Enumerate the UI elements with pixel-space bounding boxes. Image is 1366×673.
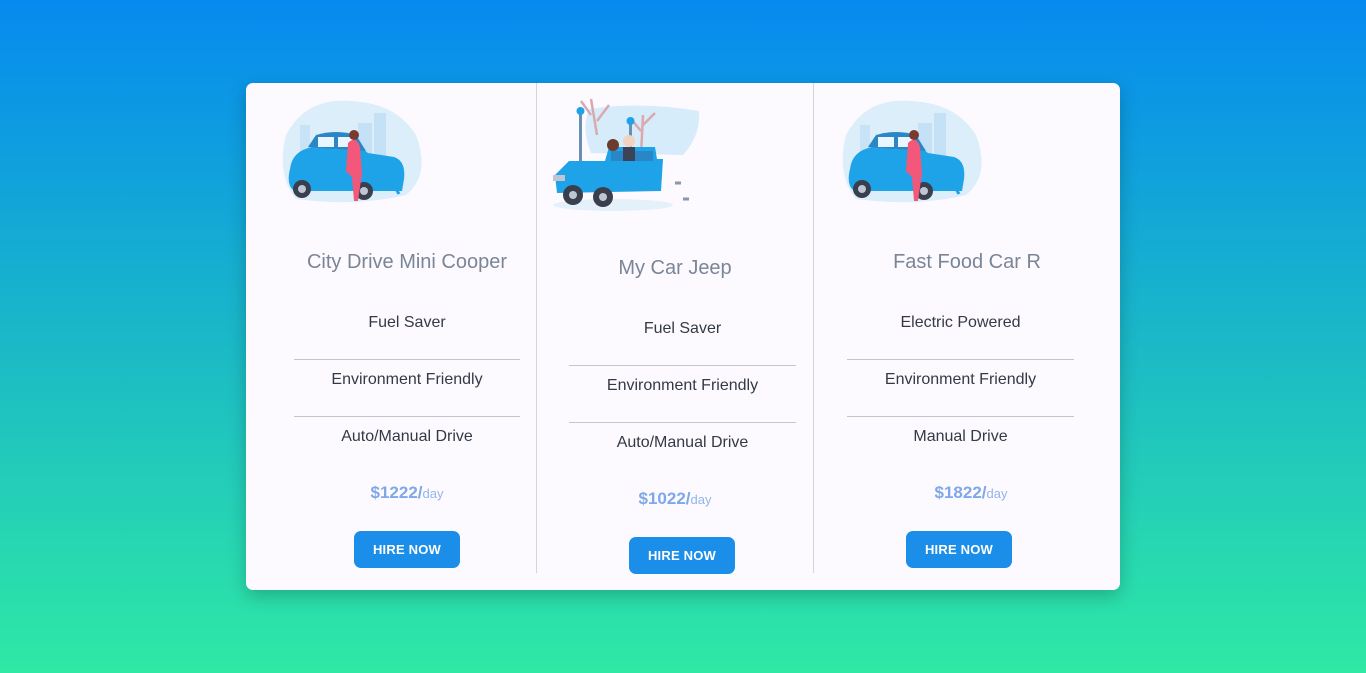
price-amount: $1222/ (370, 483, 423, 502)
feature-item: Environment Friendly (847, 360, 1074, 417)
mini-cooper-illustration (842, 100, 982, 203)
hire-now-button[interactable]: HIRE NOW (629, 537, 735, 574)
feature-item: Auto/Manual Drive (616, 434, 749, 451)
price-unit: day (690, 492, 712, 507)
pricing-panel: City Drive Mini Cooper Fuel Saver Enviro… (246, 83, 1120, 590)
car-card-jeep: My Car Jeep Fuel Saver Environment Frien… (536, 83, 814, 574)
feature-list: Fuel Saver Environment Friendly Auto/Man… (294, 303, 520, 473)
feature-item: Fuel Saver (569, 309, 796, 366)
feature-item: Manual Drive (913, 428, 1008, 445)
feature-item: Environment Friendly (294, 360, 520, 417)
car-card-fast-food: Fast Food Car R Electric Powered Environ… (814, 83, 1120, 573)
price-amount: $1022/ (638, 489, 691, 508)
feature-item: Electric Powered (847, 303, 1074, 360)
hire-now-button[interactable]: HIRE NOW (354, 531, 460, 568)
price-unit: day (986, 486, 1008, 501)
car-title: My Car Jeep (618, 257, 732, 279)
hire-now-button[interactable]: HIRE NOW (906, 531, 1012, 568)
feature-item: Environment Friendly (569, 366, 796, 423)
car-card-mini-cooper: City Drive Mini Cooper Fuel Saver Enviro… (246, 83, 536, 573)
feature-list: Electric Powered Environment Friendly Ma… (847, 303, 1074, 473)
price: $1222/day (246, 483, 536, 503)
car-title: City Drive Mini Cooper (306, 251, 508, 273)
jeep-illustration (553, 98, 700, 211)
price-amount: $1822/ (934, 483, 987, 502)
car-title: Fast Food Car R (893, 251, 1041, 273)
price: $1822/day (814, 483, 1120, 503)
price: $1022/day (537, 489, 813, 509)
price-unit: day (422, 486, 444, 501)
mini-cooper-illustration (282, 100, 422, 203)
feature-item: Fuel Saver (294, 303, 520, 360)
feature-list: Fuel Saver Environment Friendly Auto/Man… (569, 309, 796, 479)
feature-item: Auto/Manual Drive (341, 428, 473, 445)
